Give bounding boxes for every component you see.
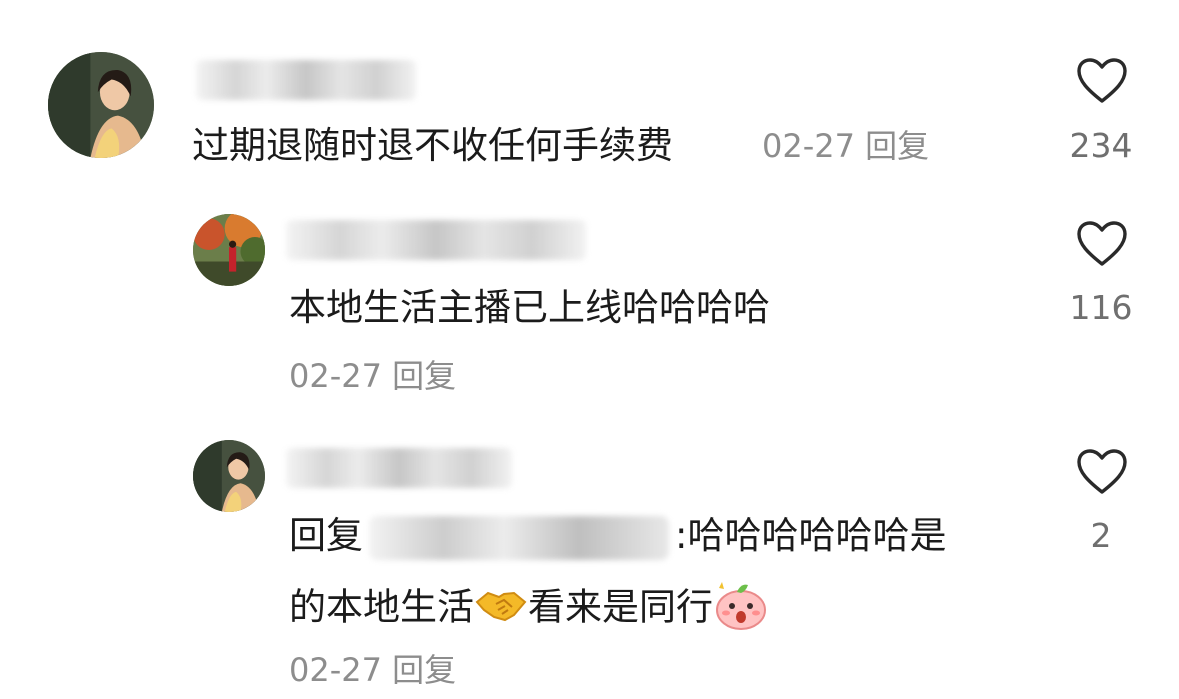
comment-meta: 02-27 回复 <box>289 356 456 396</box>
comment-meta: 02-27 回复 <box>762 126 929 166</box>
reply-prefix: 回复 <box>289 514 363 557</box>
comment-text-line2: 的本地生活 看来是同行 <box>289 578 769 640</box>
heart-icon <box>1077 221 1127 266</box>
comment-text-part3: 看来是同行 <box>528 585 713 629</box>
comment-text: 过期退随时退不收任何手续费 <box>192 124 673 167</box>
handshake-emoji <box>474 582 528 636</box>
like-count: 116 <box>1069 288 1133 327</box>
commenter-avatar[interactable] <box>193 440 265 512</box>
like-count: 234 <box>1069 126 1133 165</box>
autumn-trees-icon <box>193 214 265 286</box>
comment-text-line1: 回复:哈哈哈哈哈哈是 <box>289 514 946 560</box>
comment-date: 02-27 <box>289 651 382 689</box>
commenter-avatar[interactable] <box>48 52 154 158</box>
comment-text-part2: 的本地生活 <box>289 585 474 629</box>
comment-date: 02-27 <box>289 357 382 395</box>
shocked-peach-emoji <box>713 578 769 640</box>
reply-button[interactable]: 回复 <box>865 127 929 165</box>
heart-icon <box>1077 58 1127 103</box>
comment-date: 02-27 <box>762 127 855 165</box>
username-blurred[interactable] <box>286 448 512 488</box>
like-button[interactable] <box>1072 220 1132 268</box>
like-button[interactable] <box>1072 448 1132 496</box>
like-count: 2 <box>1090 516 1112 555</box>
commenter-avatar[interactable] <box>193 214 265 286</box>
reply-button[interactable]: 回复 <box>392 357 456 395</box>
mentioned-user-blurred[interactable] <box>369 515 669 560</box>
username-blurred[interactable] <box>286 220 586 260</box>
woman-portrait-icon <box>48 52 154 158</box>
comment-meta: 02-27 回复 <box>289 650 456 690</box>
comment-text: 本地生活主播已上线哈哈哈哈 <box>289 286 770 329</box>
comment-text-part1: 哈哈哈哈哈哈是 <box>687 514 947 557</box>
colon: : <box>675 514 688 557</box>
username-blurred[interactable] <box>196 60 416 100</box>
heart-icon <box>1077 449 1127 494</box>
like-button[interactable] <box>1072 57 1132 105</box>
woman-portrait-icon <box>193 440 265 512</box>
reply-button[interactable]: 回复 <box>392 651 456 689</box>
